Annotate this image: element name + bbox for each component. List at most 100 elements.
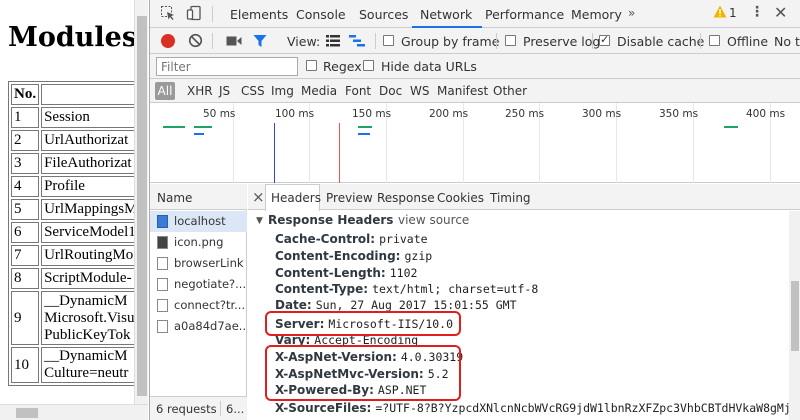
request-name: localhost [174, 214, 226, 228]
type-filter-img[interactable]: Img [271, 84, 294, 98]
view-source-link[interactable]: view source [398, 213, 469, 227]
scrollbar-thumb[interactable] [16, 408, 38, 418]
tab-preview[interactable]: Preview [326, 191, 373, 205]
tick-label: 400 ms [746, 108, 786, 120]
highlight-box-server [265, 311, 461, 336]
tab-sources[interactable]: Sources [359, 7, 408, 22]
clear-icon[interactable] [188, 33, 203, 51]
request-bar [194, 133, 204, 135]
dom-content-loaded-marker [274, 123, 275, 183]
close-details-icon[interactable]: × [252, 188, 265, 206]
cell-line: Culture=neutr [44, 365, 129, 381]
request-row[interactable]: icon.png [150, 232, 247, 253]
cell-name: Profile [41, 176, 145, 197]
section-title[interactable]: Response Headers [268, 213, 393, 227]
cell-no: 9 [11, 291, 40, 345]
type-filter-ws[interactable]: WS [410, 84, 429, 98]
inspect-element-icon[interactable] [160, 5, 176, 21]
request-name: icon.png [174, 235, 224, 249]
device-toolbar-icon[interactable] [186, 5, 202, 21]
name-column-header[interactable]: Name [157, 191, 192, 205]
header-row: Date: Sun, 27 Aug 2017 15:01:55 GMT [275, 298, 517, 312]
tab-cookies[interactable]: Cookies [437, 191, 484, 205]
image-icon [157, 236, 168, 249]
table-row: 2 UrlAuthorizat [11, 130, 145, 151]
type-filter-media[interactable]: Media [301, 84, 337, 98]
large-rows-icon[interactable] [326, 35, 340, 50]
request-row[interactable]: connect?tr... [150, 295, 247, 316]
table-row: 3 FileAuthorizat [11, 153, 145, 174]
tick-label: 300 ms [582, 108, 622, 120]
waterfall-overview-icon[interactable] [349, 35, 365, 50]
warning-count: 1 [729, 6, 737, 20]
preserve-log-checkbox[interactable] [505, 35, 516, 46]
request-bar [194, 126, 212, 128]
screenshot-video-icon[interactable] [226, 35, 242, 50]
request-details-pane: × Headers Preview Response Cookies Timin… [248, 184, 800, 420]
cell-no: 5 [11, 199, 40, 220]
request-name: connect?tr... [174, 298, 246, 312]
tab-network[interactable]: Network [420, 7, 472, 22]
more-tabs-chevron-icon[interactable]: » [628, 6, 635, 20]
preserve-log-label: Preserve log [523, 34, 601, 49]
details-vertical-scrollbar[interactable] [789, 211, 800, 420]
request-row[interactable]: localhost [150, 211, 247, 232]
requests-list-header[interactable]: Name [150, 184, 247, 210]
page-horizontal-scrollbar[interactable] [0, 404, 148, 420]
collapse-triangle-icon[interactable]: ▼ [256, 216, 263, 226]
network-overview-timeline[interactable]: 50 ms 100 ms 150 ms 200 ms 250 ms 300 ms… [150, 103, 800, 183]
group-by-frame-checkbox[interactable] [383, 35, 394, 46]
warning-icon[interactable] [713, 5, 727, 21]
tab-performance[interactable]: Performance [485, 7, 564, 22]
tab-console[interactable]: Console [296, 7, 346, 22]
table-row: 4 Profile [11, 176, 145, 197]
filter-funnel-icon[interactable] [253, 34, 267, 51]
page-vertical-scrollbar[interactable] [134, 0, 148, 404]
header-row: X-SourceFiles: =?UTF-8?B?YzpcdXNlcnNcbWVc… [275, 401, 800, 415]
tab-memory[interactable]: Memory [571, 7, 622, 22]
tick-label: 250 ms [505, 108, 545, 120]
resource-type-bar: All XHR JS CSS Img Media Font Doc WS Man… [150, 79, 800, 103]
type-filter-js[interactable]: JS [219, 84, 230, 98]
status-bar: 6 requests 6... [150, 396, 247, 420]
tab-elements[interactable]: Elements [230, 7, 288, 22]
type-filter-other[interactable]: Other [493, 84, 527, 98]
more-options-icon[interactable]: ⋮ [750, 5, 764, 19]
type-filter-xhr[interactable]: XHR [187, 84, 213, 98]
load-event-marker [339, 123, 340, 183]
request-row[interactable]: a0a84d7ae... [150, 316, 247, 337]
tab-timing[interactable]: Timing [490, 191, 531, 205]
regex-checkbox[interactable] [306, 60, 317, 71]
record-icon[interactable] [161, 34, 175, 48]
file-icon [157, 257, 168, 270]
type-filter-font[interactable]: Font [345, 84, 371, 98]
regex-label: Regex [323, 59, 362, 74]
scrollbar-thumb[interactable] [137, 16, 147, 396]
file-icon [157, 278, 168, 291]
network-toolbar: View: Group by frame Preserve log Disabl… [150, 28, 800, 54]
type-filter-manifest[interactable]: Manifest [437, 84, 488, 98]
scrollbar-thumb[interactable] [791, 281, 799, 351]
cell-name: UrlRoutingMo [41, 245, 145, 266]
throttling-select[interactable]: No th [774, 34, 800, 49]
hide-data-urls-checkbox[interactable] [363, 60, 374, 71]
header-key: Content-Encoding: [275, 249, 401, 263]
cell-line: __DynamicM [44, 348, 128, 364]
type-filter-doc[interactable]: Doc [379, 84, 402, 98]
document-icon [157, 215, 168, 228]
header-value: gzip [404, 249, 433, 263]
request-row[interactable]: browserLink [150, 253, 247, 274]
tab-response[interactable]: Response [377, 191, 435, 205]
type-filter-css[interactable]: CSS [241, 84, 265, 98]
disable-cache-checkbox[interactable] [599, 33, 610, 46]
type-filter-all[interactable]: All [155, 82, 175, 100]
cell-no: 8 [11, 268, 40, 289]
filter-input[interactable] [156, 57, 298, 76]
table-row: 10 __DynamicM Culture=neutr [11, 347, 145, 383]
close-devtools-icon[interactable]: ✕ [774, 3, 787, 22]
request-row[interactable]: negotiate?... [150, 274, 247, 295]
header-value: =?UTF-8?B?YzpcdXNlcnNcbWVcRG9jdW1lbnRzXF… [375, 401, 800, 415]
tab-headers[interactable]: Headers [271, 191, 321, 205]
details-tab-bar: × Headers Preview Response Cookies Timin… [248, 184, 800, 211]
offline-checkbox[interactable] [709, 35, 720, 46]
